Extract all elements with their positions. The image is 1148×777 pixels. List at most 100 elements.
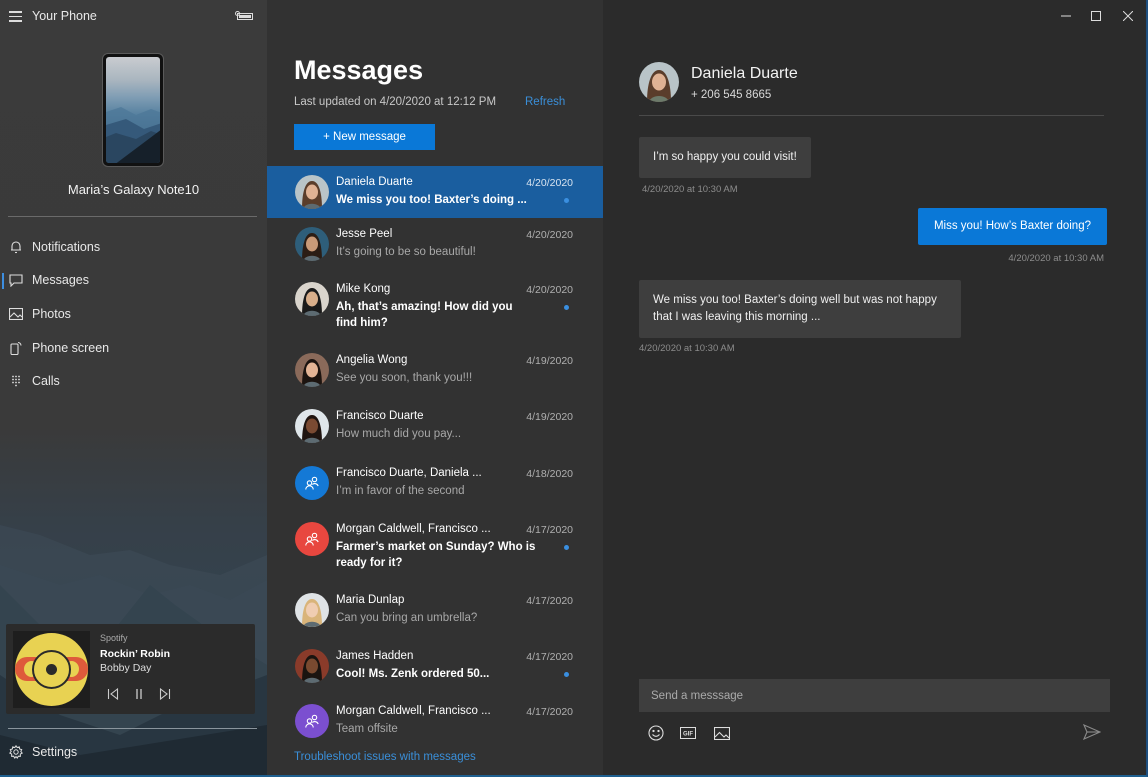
image-attach-icon[interactable] bbox=[713, 724, 731, 742]
conversation-date: 4/19/2020 bbox=[526, 411, 573, 423]
contact-photo bbox=[295, 649, 329, 683]
troubleshoot-link[interactable]: Troubleshoot issues with messages bbox=[294, 751, 476, 763]
group-avatar bbox=[295, 466, 329, 500]
page-title: Messages bbox=[294, 55, 424, 85]
sidebar-item-label: Calls bbox=[32, 374, 60, 389]
contact-avatar bbox=[639, 62, 679, 102]
send-icon[interactable] bbox=[1082, 723, 1102, 742]
conversation-item[interactable]: Daniela Duarte 4/20/2020 We miss you too! … bbox=[267, 166, 603, 218]
close-icon[interactable] bbox=[1120, 8, 1136, 24]
maximize-icon[interactable] bbox=[1088, 8, 1104, 24]
battery-icon bbox=[235, 11, 253, 20]
conversation-name: Mike Kong bbox=[336, 283, 391, 295]
conversation-preview: It’s going to be so beautiful! bbox=[336, 246, 476, 258]
conversation-preview: Farmer’s market on Sunday? Who is ready … bbox=[336, 541, 536, 569]
conversation-name: Morgan Caldwell, Francisco ... bbox=[336, 523, 491, 535]
sidebar-item-photos[interactable]: Photos bbox=[0, 297, 267, 331]
contact-phone: + 206 545 8665 bbox=[691, 89, 772, 101]
avatar bbox=[295, 282, 329, 316]
sidebar-item-messages[interactable]: Messages bbox=[0, 264, 267, 298]
sidebar-item-notifications[interactable]: Notifications bbox=[0, 230, 267, 264]
conversation-name: Jesse Peel bbox=[336, 228, 393, 240]
conversation-item[interactable]: Maria Dunlap 4/17/2020 Can you bring an um… bbox=[267, 584, 603, 640]
conversation-preview: Can you bring an umbrella? bbox=[336, 612, 478, 624]
sidebar: Your Phone Maria’s Galaxy Note10 Notific… bbox=[0, 0, 267, 775]
message-input[interactable] bbox=[639, 679, 1110, 712]
conversation-name: Angelia Wong bbox=[336, 354, 408, 366]
avatar bbox=[295, 649, 329, 683]
mountain-background bbox=[0, 525, 267, 775]
conversation-pane: Daniela Duarte + 206 545 8665 I’m so hap… bbox=[603, 0, 1146, 775]
contact-photo bbox=[295, 353, 329, 387]
conversation-preview: Cool! Ms. Zenk ordered 50... bbox=[336, 668, 490, 680]
group-avatar bbox=[295, 704, 329, 738]
sidebar-item-label: Phone screen bbox=[32, 340, 110, 355]
image-icon bbox=[9, 307, 23, 321]
gif-icon[interactable]: GIF bbox=[679, 724, 697, 742]
conversation-item[interactable]: Francisco Duarte 4/19/2020 How much did yo… bbox=[267, 400, 603, 457]
pause-icon[interactable] bbox=[131, 686, 147, 702]
conversation-preview: Team offsite bbox=[336, 723, 398, 735]
conversation-name: Francisco Duarte, Daniela ... bbox=[336, 467, 482, 479]
conversation-preview: I’m in favor of the second bbox=[336, 485, 465, 497]
phone-screen-icon bbox=[9, 341, 23, 355]
contact-photo bbox=[295, 593, 329, 627]
avatar bbox=[295, 593, 329, 627]
emoji-icon[interactable] bbox=[647, 724, 665, 742]
conversation-item[interactable]: Angelia Wong 4/19/2020 See you soon, thank… bbox=[267, 344, 603, 400]
new-message-button[interactable]: + New message bbox=[294, 124, 435, 150]
next-track-icon[interactable] bbox=[157, 686, 173, 702]
sidebar-item-label: Notifications bbox=[32, 239, 101, 254]
sidebar-item-label: Messages bbox=[32, 273, 89, 288]
conversation-item[interactable]: Morgan Caldwell, Francisco ... 4/17/2020 T… bbox=[267, 695, 603, 751]
conversation-item[interactable]: Mike Kong 4/20/2020 Ah, that’s amazing! Ho… bbox=[267, 273, 603, 344]
chat-bubble-icon bbox=[9, 273, 23, 287]
device-name: Maria’s Galaxy Note10 bbox=[67, 182, 200, 197]
dialpad-icon bbox=[9, 374, 23, 388]
sidebar-item-calls[interactable]: Calls bbox=[0, 364, 267, 398]
unread-indicator bbox=[564, 198, 569, 203]
contact-photo bbox=[295, 282, 329, 316]
svg-text:GIF: GIF bbox=[683, 732, 693, 738]
conversation-date: 4/20/2020 bbox=[526, 177, 573, 189]
unread-indicator bbox=[564, 305, 569, 310]
conversation-item[interactable]: Morgan Caldwell, Francisco ... 4/17/2020 F… bbox=[267, 513, 603, 584]
message-timestamp: 4/20/2020 at 10:30 AM bbox=[642, 184, 738, 195]
message-timestamp: 4/20/2020 at 10:30 AM bbox=[1008, 253, 1104, 264]
app-title: Your Phone bbox=[32, 9, 97, 23]
settings-label: Settings bbox=[32, 745, 78, 759]
sidebar-item-label: Photos bbox=[32, 306, 71, 321]
conversation-list: Daniela Duarte 4/20/2020 We miss you too! … bbox=[267, 166, 603, 751]
sidebar-item-phone-screen[interactable]: Phone screen bbox=[0, 331, 267, 365]
conversation-name: Francisco Duarte bbox=[336, 410, 424, 422]
conversation-date: 4/18/2020 bbox=[526, 468, 573, 480]
message-bubble-incoming: We miss you too! Baxter’s doing well but… bbox=[639, 280, 961, 338]
conversation-item[interactable]: Jesse Peel 4/20/2020 It’s going to be so b… bbox=[267, 218, 603, 273]
gear-icon bbox=[9, 744, 23, 759]
hamburger-menu-icon[interactable] bbox=[9, 11, 22, 22]
phone-image[interactable] bbox=[102, 53, 164, 167]
unread-indicator bbox=[564, 545, 569, 550]
minimize-icon[interactable] bbox=[1058, 8, 1074, 24]
previous-track-icon[interactable] bbox=[105, 686, 121, 702]
avatar bbox=[295, 353, 329, 387]
refresh-link[interactable]: Refresh bbox=[525, 96, 565, 108]
title-bar: Your Phone bbox=[0, 0, 267, 32]
message-bubble-incoming: I’m so happy you could visit! bbox=[639, 137, 811, 178]
conversation-preview: Ah, that’s amazing! How did you find him… bbox=[336, 301, 513, 329]
settings-button[interactable]: Settings bbox=[0, 738, 267, 766]
conversation-date: 4/17/2020 bbox=[526, 524, 573, 536]
avatar bbox=[295, 175, 329, 209]
contact-photo bbox=[295, 175, 329, 209]
bell-icon bbox=[9, 240, 23, 254]
conversation-item[interactable]: Francisco Duarte, Daniela ... 4/18/2020 I’… bbox=[267, 457, 603, 513]
contact-photo bbox=[295, 409, 329, 443]
conversation-date: 4/17/2020 bbox=[526, 595, 573, 607]
conversation-item[interactable]: James Hadden 4/17/2020 Cool! Ms. Zenk orde… bbox=[267, 640, 603, 695]
conversation-preview: How much did you pay... bbox=[336, 428, 462, 440]
conversation-name: James Hadden bbox=[336, 650, 414, 662]
divider bbox=[8, 728, 257, 729]
unread-indicator bbox=[564, 672, 569, 677]
media-player: Spotify Rockin’ Robin Bobby Day bbox=[6, 624, 255, 714]
conversation-preview: We miss you too! Baxter’s doing ... bbox=[336, 194, 527, 206]
